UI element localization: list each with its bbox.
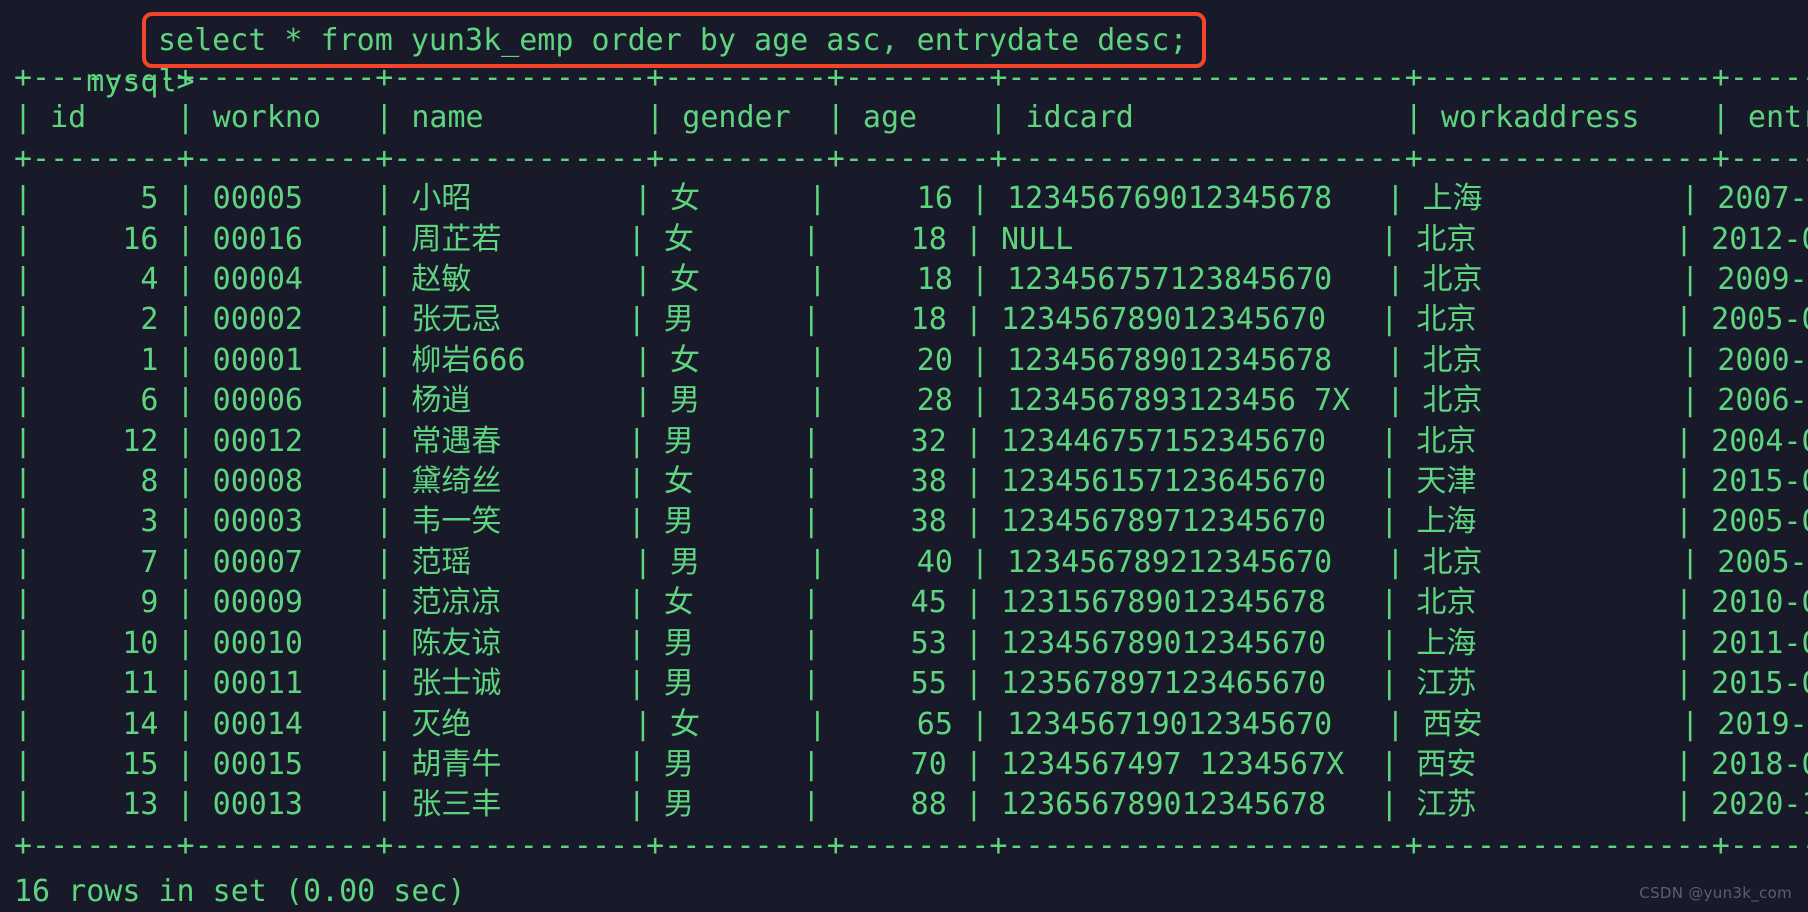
terminal-window: mysql> select * from yun3k_emp order by …: [0, 0, 1808, 910]
table-row: | 15 | 00015 | 胡青牛 | 男 | 70 | 1234567497…: [14, 746, 1808, 782]
sql-query-highlight-box[interactable]: select * from yun3k_emp order by age asc…: [142, 12, 1206, 68]
table-row: | 5 | 00005 | 小昭 | 女 | 16 | 123456769012…: [14, 181, 1808, 217]
table-separator: +--------+----------+--------------+----…: [14, 827, 1808, 863]
table-row: | 6 | 00006 | 杨逍 | 男 | 28 | 123456789312…: [14, 383, 1808, 419]
csdn-watermark: CSDN @yun3k_com: [1639, 884, 1792, 902]
query-result-table: +--------+----------+--------------+----…: [14, 58, 1808, 866]
table-header-row: | id | workno | name | gender | age | id…: [14, 100, 1808, 136]
table-row: | 11 | 00011 | 张士诚 | 男 | 55 | 1235678971…: [14, 666, 1808, 702]
table-separator: +--------+----------+--------------+----…: [14, 140, 1808, 176]
mysql-prompt-label: mysql>: [86, 64, 195, 99]
table-row: | 2 | 00002 | 张无忌 | 男 | 18 | 12345678901…: [14, 302, 1808, 338]
table-row: | 8 | 00008 | 黛绮丝 | 女 | 38 | 12345615712…: [14, 464, 1808, 500]
table-row: | 1 | 00001 | 柳岩666 | 女 | 20 | 123456789…: [14, 342, 1808, 378]
table-row: | 7 | 00007 | 范瑶 | 男 | 40 | 123456789212…: [14, 544, 1808, 580]
table-row: | 3 | 00003 | 韦一笑 | 男 | 38 | 12345678971…: [14, 504, 1808, 540]
table-row: | 10 | 00010 | 陈友谅 | 男 | 53 | 1234567890…: [14, 625, 1808, 661]
table-row: | 14 | 00014 | 灭绝 | 女 | 65 | 12345671901…: [14, 706, 1808, 742]
mysql-prompt-line: mysql> select * from yun3k_emp order by …: [14, 10, 1808, 99]
table-row: | 12 | 00012 | 常遇春 | 男 | 32 | 1234467571…: [14, 423, 1808, 459]
table-row: | 9 | 00009 | 范凉凉 | 女 | 45 | 12315678901…: [14, 585, 1808, 621]
table-row: | 4 | 00004 | 赵敏 | 女 | 18 | 123456757123…: [14, 262, 1808, 298]
result-footer: 16 rows in set (0.00 sec): [14, 874, 466, 910]
table-row: | 16 | 00016 | 周芷若 | 女 | 18 | NULL | 北京 …: [14, 221, 1808, 257]
table-row: | 13 | 00013 | 张三丰 | 男 | 88 | 1236567890…: [14, 787, 1808, 823]
